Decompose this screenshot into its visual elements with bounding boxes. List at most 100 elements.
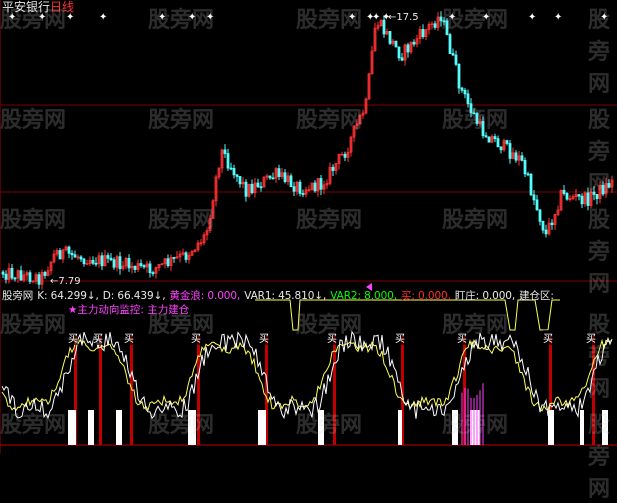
base-block-6	[398, 410, 402, 445]
candle-body	[19, 270, 23, 281]
base-block-4	[258, 410, 266, 445]
watermark-text: 股旁网	[442, 8, 509, 33]
indicator-field-0: K: 64.299↓,	[37, 290, 99, 302]
watermark-text: 股旁网	[442, 413, 509, 438]
watermark-text: 股旁网	[0, 108, 67, 133]
candle-body	[58, 250, 62, 260]
candle-body	[142, 265, 146, 268]
watermark-text: 股旁网	[148, 8, 215, 33]
candle-body	[562, 189, 566, 194]
candle-body	[526, 173, 530, 176]
watermark-text: 股旁网	[296, 108, 363, 133]
candle-body	[229, 167, 233, 170]
candle-body	[301, 193, 305, 195]
candle-body	[226, 153, 230, 169]
chart-window[interactable]: ✦ ✦ ✦ ✦ ✦ ✦ ✦ ✦ ✦ ✦ ✦ ✦ ✦ ✦ ✦ ✦ 平安银行日线 ←17.5 ←7.79 股旁网 K…	[0, 0, 617, 502]
candle-body	[499, 146, 503, 151]
indicator-field-1: D: 66.439↓,	[102, 290, 166, 302]
candle-body	[109, 257, 113, 261]
buy-label-6: 买	[395, 330, 405, 345]
candle-body	[91, 259, 95, 264]
buy-label-3: 买	[191, 330, 201, 345]
candle-body	[139, 263, 143, 266]
candle-body	[283, 172, 287, 183]
candle-body	[565, 193, 569, 200]
candle-body	[520, 155, 524, 161]
buy-label-4: 买	[259, 330, 269, 345]
candle-body	[580, 195, 584, 205]
candle-body	[259, 186, 263, 189]
candle-body	[232, 167, 236, 176]
indicator-field-7: 建仓区:	[519, 290, 554, 302]
candle-body	[343, 153, 347, 158]
watermark-text: 股旁网	[588, 313, 611, 402]
candle-body	[319, 178, 323, 190]
watermark-text: 股旁网	[588, 108, 611, 197]
candle-body	[496, 138, 500, 148]
candle-body	[433, 23, 437, 28]
candle-body	[127, 257, 131, 269]
candle-body	[43, 272, 47, 276]
candle-body	[457, 63, 461, 89]
candle-body	[184, 252, 188, 260]
candle-body	[85, 263, 89, 265]
watermark-text: 股旁网	[148, 108, 215, 133]
watermark-text: 股旁网	[442, 313, 509, 338]
watermark-text: 股旁网	[588, 413, 611, 502]
candle-body	[10, 267, 14, 279]
candle-body	[451, 53, 455, 56]
indicator-field-6: 盯庄: 0.000,	[454, 290, 516, 302]
indicator-field-5: 买: 0.000,	[400, 290, 451, 302]
candle-body	[544, 229, 548, 235]
candle-body	[70, 252, 74, 256]
base-block-0	[68, 410, 76, 445]
candle-body	[106, 255, 110, 259]
candle-body	[13, 277, 17, 280]
candle-body	[79, 256, 83, 260]
candle-body	[535, 199, 539, 211]
watermark-text: 股旁网	[0, 413, 67, 438]
candle-body	[271, 177, 275, 180]
candle-body	[406, 44, 410, 53]
watermark-text: 股旁网	[148, 313, 215, 338]
candle-body	[541, 220, 545, 231]
candle-body	[412, 41, 416, 45]
candle-body	[238, 176, 242, 185]
candle-body	[289, 175, 293, 188]
buy-label-0: 买	[68, 330, 78, 345]
price-low-label: ←7.79	[50, 276, 81, 287]
watermark-text: 股旁网	[296, 208, 363, 233]
candle-body	[394, 40, 398, 48]
candle-body	[118, 256, 122, 270]
candle-body	[421, 29, 425, 37]
candle-body	[448, 34, 452, 54]
base-block-9	[548, 410, 554, 445]
signal-star-icon: ✦	[528, 12, 536, 23]
candle-body	[166, 258, 170, 267]
candle-body	[82, 258, 86, 265]
watermark-text: 股旁网	[442, 208, 509, 233]
candle-body	[277, 168, 281, 177]
candle-body	[508, 143, 512, 159]
base-block-1	[88, 410, 94, 445]
d-line	[1, 338, 613, 412]
watermark-text: 股旁网	[588, 208, 611, 297]
candle-body	[487, 136, 491, 143]
buy-label-1: 买	[93, 330, 103, 345]
watermark-text: 股旁网	[0, 313, 67, 338]
candle-body	[292, 186, 296, 192]
candle-body	[37, 274, 41, 285]
base-block-10	[580, 410, 584, 445]
watermark-text: 股旁网	[148, 413, 215, 438]
candle-body	[4, 273, 8, 280]
candle-body	[256, 182, 260, 188]
candle-body	[505, 140, 509, 144]
candle-body	[484, 135, 488, 138]
candle-body	[454, 54, 458, 65]
candle-body	[94, 262, 98, 265]
indicator-field-2: 黄金浪: 0.000,	[169, 290, 241, 302]
indicator-readout: 股旁网 K: 64.299↓, D: 66.439↓, 黄金浪: 0.000, VAR1…	[2, 290, 558, 302]
candle-body	[493, 136, 497, 140]
candle-body	[463, 89, 467, 95]
watermark-text: 股旁网	[296, 8, 363, 33]
